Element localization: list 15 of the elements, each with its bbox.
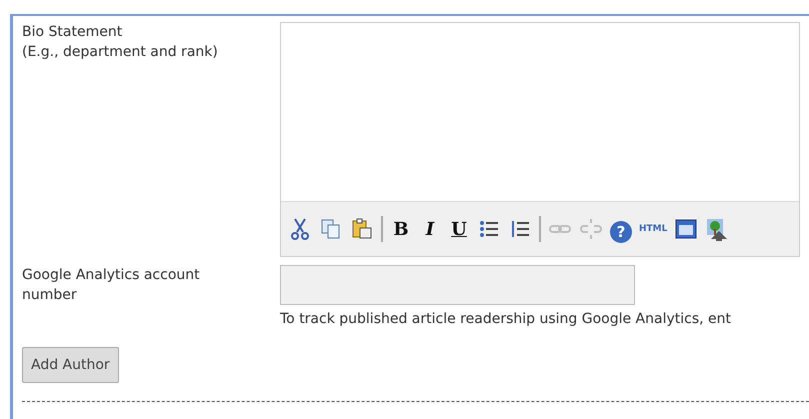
window-icon[interactable]	[674, 217, 698, 241]
help-icon[interactable]: ?	[610, 221, 632, 243]
account-number-field[interactable]	[280, 265, 635, 305]
clipboard-icon[interactable]	[350, 217, 374, 241]
html-button[interactable]: HTML	[639, 224, 668, 234]
help-text: To track published article readership using Google Analytics, ent	[280, 311, 732, 327]
scissors-icon[interactable]	[288, 217, 312, 241]
italic-button[interactable]: I	[419, 218, 441, 240]
underline-button[interactable]: U	[448, 218, 470, 240]
field-label: Google Analytics account number	[22, 266, 201, 305]
tree-picture-icon[interactable]	[705, 217, 730, 241]
add-author-button[interactable]: Add Author	[22, 347, 119, 383]
field-label: Bio Statement (E.g., department and rank)	[22, 23, 219, 62]
rich-text-editor[interactable]: B I U ? HTML	[280, 22, 800, 257]
bold-button[interactable]: B	[390, 218, 412, 240]
